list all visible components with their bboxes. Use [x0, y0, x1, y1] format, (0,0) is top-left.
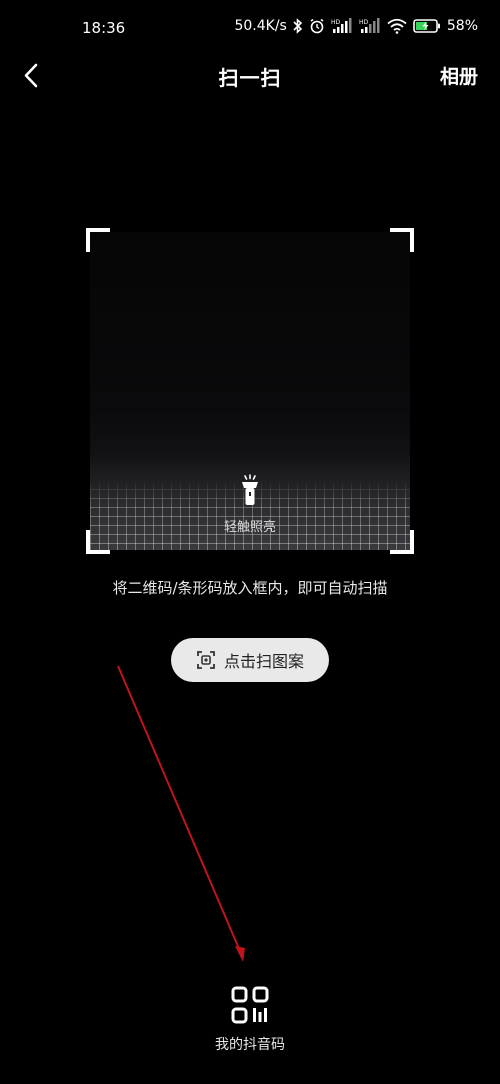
- hd-signal-icon: HD: [331, 18, 353, 34]
- flashlight-toggle[interactable]: 轻触照亮: [86, 474, 414, 535]
- qr-code-icon: [231, 986, 269, 1024]
- svg-text:HD: HD: [331, 19, 341, 26]
- scan-frame: 轻触照亮: [86, 228, 414, 554]
- hd-signal-icon: HD: [359, 18, 381, 34]
- frame-corner-top-right: [390, 228, 414, 252]
- status-icons: 50.4K/s HD HD 58%: [234, 18, 478, 34]
- frame-corner-top-left: [86, 228, 110, 252]
- album-button[interactable]: 相册: [440, 62, 478, 89]
- battery-percent: 58%: [446, 18, 478, 34]
- alarm-icon: [309, 18, 325, 34]
- flashlight-icon: [242, 474, 258, 505]
- scan-image-label: 点击扫图案: [223, 652, 304, 671]
- network-speed: 50.4K/s: [234, 18, 287, 34]
- scan-hint: 将二维码/条形码放入框内，即可自动扫描: [112, 579, 388, 597]
- status-time: 18:36: [82, 19, 126, 37]
- scan-image-button[interactable]: 点击扫图案: [171, 638, 329, 682]
- bluetooth-icon: [293, 18, 303, 34]
- svg-text:HD: HD: [359, 19, 369, 26]
- status-bar: 18:36 50.4K/s HD HD 58%: [0, 0, 500, 56]
- my-code-label: 我的抖音码: [215, 1037, 285, 1053]
- battery-charging-icon: [413, 18, 441, 34]
- scan-image-icon: [197, 651, 215, 669]
- wifi-icon: [387, 18, 407, 34]
- flashlight-label: 轻触照亮: [223, 520, 276, 535]
- my-douyin-code-button[interactable]: 我的抖音码: [0, 986, 500, 1054]
- page-title: 扫一扫: [218, 66, 282, 90]
